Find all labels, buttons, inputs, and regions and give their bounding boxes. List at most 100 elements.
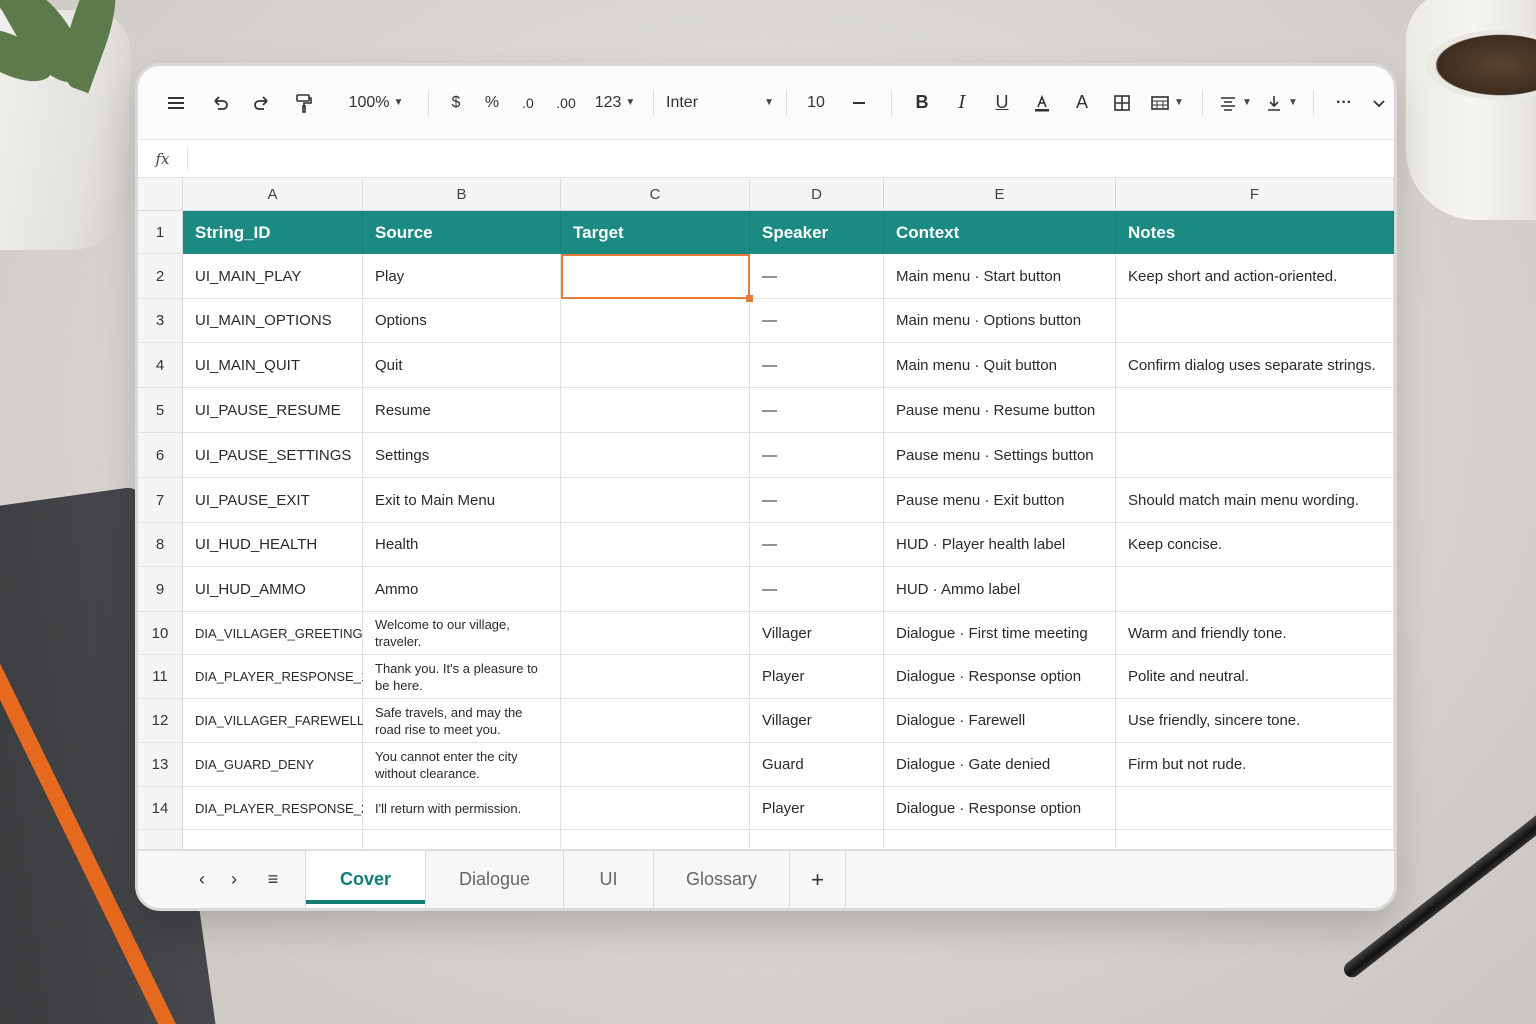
cell-b3[interactable]: Options: [363, 299, 561, 343]
select-all-corner[interactable]: [138, 178, 183, 211]
cell-b7[interactable]: Exit to Main Menu: [363, 478, 561, 523]
cell-f5[interactable]: [1116, 388, 1394, 433]
cell-b8[interactable]: Health: [363, 523, 561, 567]
number-format-select[interactable]: 123 ▼: [589, 85, 641, 121]
cell-b6[interactable]: Settings: [363, 433, 561, 478]
cell-e9[interactable]: HUD · Ammo label: [884, 567, 1116, 612]
increase-decimals-button[interactable]: .00: [549, 85, 583, 121]
zoom-select[interactable]: 100% ▼: [336, 85, 416, 121]
tab-ui[interactable]: UI: [564, 851, 654, 908]
column-header-d[interactable]: D: [750, 178, 884, 211]
header-cell-a[interactable]: String_ID: [183, 211, 363, 254]
cell-e12[interactable]: Dialogue · Farewell: [884, 699, 1116, 743]
cell-d7[interactable]: —: [750, 478, 884, 523]
cell-e2[interactable]: Main menu · Start button: [884, 254, 1116, 299]
menu-icon[interactable]: [162, 85, 190, 121]
text-color-icon[interactable]: [1024, 85, 1060, 121]
cell-e5[interactable]: Pause menu · Resume button: [884, 388, 1116, 433]
row-header[interactable]: 3: [138, 299, 183, 343]
cell-f9[interactable]: [1116, 567, 1394, 612]
add-sheet-button[interactable]: +: [790, 851, 846, 908]
cell-b5[interactable]: Resume: [363, 388, 561, 433]
all-sheets-button[interactable]: ≡: [250, 851, 296, 908]
cell-d11[interactable]: Player: [750, 655, 884, 699]
fill-handle[interactable]: [746, 295, 753, 302]
cell-empty[interactable]: [363, 830, 561, 850]
cell-c9[interactable]: [561, 567, 750, 612]
row-header[interactable]: 5: [138, 388, 183, 433]
row-header[interactable]: 8: [138, 523, 183, 567]
cell-e7[interactable]: Pause menu · Exit button: [884, 478, 1116, 523]
more-icon[interactable]: ···: [1326, 85, 1362, 121]
fill-color-icon[interactable]: A: [1064, 85, 1100, 121]
row-header[interactable]: 13: [138, 743, 183, 787]
cell-f14[interactable]: [1116, 787, 1394, 830]
cell-f8[interactable]: Keep concise.: [1116, 523, 1394, 567]
row-header[interactable]: 10: [138, 612, 183, 655]
tab-glossary[interactable]: Glossary: [654, 851, 790, 908]
align-icon[interactable]: ▼: [1215, 85, 1255, 121]
font-size-decrease-button[interactable]: [839, 85, 879, 121]
cell-empty[interactable]: [1116, 830, 1394, 850]
cell-f3[interactable]: [1116, 299, 1394, 343]
cell-a8[interactable]: UI_HUD_HEALTH: [183, 523, 363, 567]
cell-a11[interactable]: DIA_PLAYER_RESPONSE_1: [183, 655, 368, 699]
cell-b2[interactable]: Play: [363, 254, 561, 299]
cell-c5[interactable]: [561, 388, 750, 433]
cell-c4[interactable]: [561, 343, 750, 388]
cell-f4[interactable]: Confirm dialog uses separate strings.: [1116, 343, 1394, 388]
cell-c13[interactable]: [561, 743, 750, 787]
cell-a6[interactable]: UI_PAUSE_SETTINGS: [183, 433, 363, 478]
cell-e14[interactable]: Dialogue · Response option: [884, 787, 1116, 830]
cell-d12[interactable]: Villager: [750, 699, 884, 743]
column-header-c[interactable]: C: [561, 178, 750, 211]
cell-b9[interactable]: Ammo: [363, 567, 561, 612]
cell-c10[interactable]: [561, 612, 750, 655]
italic-icon[interactable]: I: [944, 85, 980, 121]
cell-c11[interactable]: [561, 655, 750, 699]
cell-b11[interactable]: Thank you. It's a pleasure to be here.: [363, 655, 561, 699]
row-header[interactable]: 9: [138, 567, 183, 612]
cell-e3[interactable]: Main menu · Options button: [884, 299, 1116, 343]
undo-icon[interactable]: [202, 85, 238, 121]
cell-b10[interactable]: Welcome to our village, traveler.: [363, 612, 561, 655]
cell-d5[interactable]: —: [750, 388, 884, 433]
tab-cover[interactable]: Cover: [306, 851, 426, 908]
cell-a2[interactable]: UI_MAIN_PLAY: [183, 254, 363, 299]
cell-c7[interactable]: [561, 478, 750, 523]
row-header[interactable]: [138, 830, 183, 850]
cell-f11[interactable]: Polite and neutral.: [1116, 655, 1394, 699]
row-header[interactable]: 1: [138, 211, 183, 254]
cell-e4[interactable]: Main menu · Quit button: [884, 343, 1116, 388]
cell-d10[interactable]: Villager: [750, 612, 884, 655]
cell-c14[interactable]: [561, 787, 750, 830]
cell-a7[interactable]: UI_PAUSE_EXIT: [183, 478, 363, 523]
cell-c2[interactable]: [561, 254, 750, 299]
cell-c12[interactable]: [561, 699, 750, 743]
row-header[interactable]: 2: [138, 254, 183, 299]
cell-b12[interactable]: Safe travels, and may the road rise to m…: [363, 699, 561, 743]
cell-empty[interactable]: [561, 830, 750, 850]
column-header-f[interactable]: F: [1116, 178, 1394, 211]
valign-icon[interactable]: ▼: [1261, 85, 1301, 121]
cell-e8[interactable]: HUD · Player health label: [884, 523, 1116, 567]
cell-f13[interactable]: Firm but not rude.: [1116, 743, 1394, 787]
tab-dialogue[interactable]: Dialogue: [426, 851, 564, 908]
cell-f7[interactable]: Should match main menu wording.: [1116, 478, 1394, 523]
formula-input[interactable]: [188, 140, 1394, 177]
cell-a4[interactable]: UI_MAIN_QUIT: [183, 343, 363, 388]
header-cell-c[interactable]: Target: [561, 211, 750, 254]
cell-e11[interactable]: Dialogue · Response option: [884, 655, 1116, 699]
paint-format-icon[interactable]: [286, 85, 322, 121]
cell-a13[interactable]: DIA_GUARD_DENY: [183, 743, 363, 787]
cell-a5[interactable]: UI_PAUSE_RESUME: [183, 388, 363, 433]
redo-icon[interactable]: [244, 85, 280, 121]
cell-c6[interactable]: [561, 433, 750, 478]
column-header-e[interactable]: E: [884, 178, 1116, 211]
cell-f12[interactable]: Use friendly, sincere tone.: [1116, 699, 1394, 743]
cell-f10[interactable]: Warm and friendly tone.: [1116, 612, 1394, 655]
decrease-decimals-button[interactable]: .0: [513, 85, 543, 121]
cell-e6[interactable]: Pause menu · Settings button: [884, 433, 1116, 478]
row-header[interactable]: 4: [138, 343, 183, 388]
font-size-value[interactable]: 10: [799, 85, 833, 121]
